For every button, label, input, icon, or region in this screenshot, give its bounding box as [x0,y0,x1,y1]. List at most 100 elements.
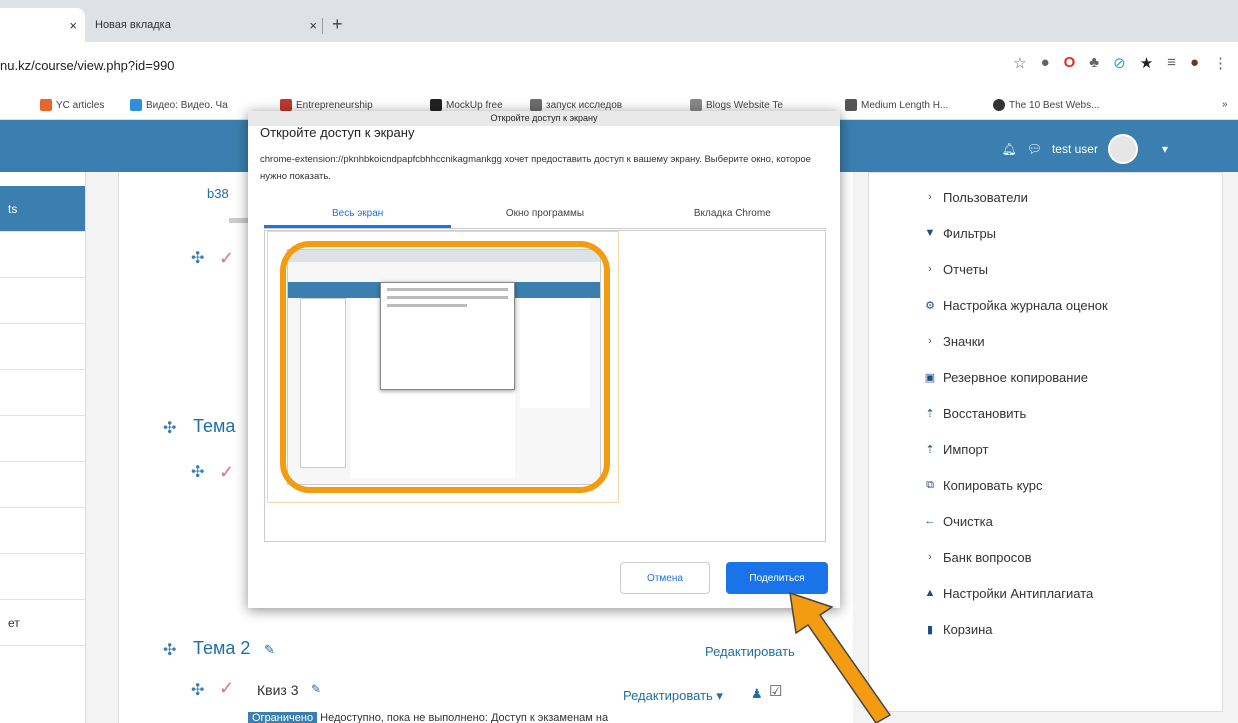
move-icon[interactable]: ✣ [191,680,204,700]
nav-drawer-item[interactable] [0,278,85,324]
bookmark-favicon-icon [280,99,292,111]
admin-item-question-bank[interactable]: › Банк вопросов [923,539,1222,575]
bookmark-item[interactable]: YC articles [40,99,104,111]
annotation-arrow-icon [789,591,892,723]
nav-drawer-item[interactable] [0,232,85,278]
nav-drawer-item[interactable] [0,370,85,416]
quiz-icon: ✓ [219,462,235,482]
nav-drawer-item[interactable]: ет [0,600,85,646]
nav-drawer-item[interactable] [0,324,85,370]
chevron-right-icon: › [928,263,932,275]
admin-item-label: Значки [943,333,985,349]
filter-icon: ▼ [924,227,936,239]
admin-item-copy-course[interactable]: ⧉ Копировать курс [923,467,1222,503]
extension-icons: ☆ ● O ♣ ⊘ ★ ≡ ● ⋮ [1013,54,1228,72]
url-field[interactable]: nu.kz/course/view.php?id=990 [0,58,175,73]
move-icon[interactable]: ✣ [163,640,176,660]
avatar[interactable] [1107,134,1138,164]
move-icon[interactable]: ✣ [191,462,204,482]
admin-item-label: Резервное копирование [943,369,1088,385]
nav-drawer-item[interactable] [0,462,85,508]
nav-drawer-item[interactable] [0,554,85,600]
admin-item-gradebook-setup[interactable]: ⚙ Настройка журнала оценок [923,287,1222,323]
tab-divider [322,18,323,34]
bookmark-label: запуск исследов [546,99,623,111]
edit-pencil-icon[interactable]: ✎ [264,642,275,658]
restore-icon: ⇡ [925,407,935,420]
move-icon[interactable]: ✣ [191,248,204,268]
admin-item-label: Настройка журнала оценок [943,297,1108,313]
tab-entire-screen[interactable]: Весь экран [264,203,452,228]
tab-application-window[interactable]: Окно программы [451,203,638,228]
extension-icon[interactable]: ♣ [1089,54,1099,72]
bookmark-item[interactable]: The 10 Best Webs... [993,99,1099,111]
admin-item-label: Восстановить [943,405,1027,421]
bookmark-item[interactable]: Видео: Видео. Ча [130,99,228,111]
edit-pencil-icon[interactable]: ✎ [311,682,321,696]
admin-item-label: Очистка [943,513,993,529]
bookmark-label: Entrepreneurship [296,99,373,111]
section-title-topic-2[interactable]: Тема 2 [193,638,250,659]
user-icon[interactable]: ♟ [751,686,763,702]
opera-icon[interactable]: O [1064,54,1076,72]
bookmark-favicon-icon [40,99,52,111]
bookmark-label: YC articles [56,99,105,111]
move-icon[interactable]: ✣ [163,418,176,438]
url-path: /course/view.php?id=990 [31,58,175,73]
restriction-badge: Ограничено [248,712,318,723]
url-host: nu.kz [0,58,32,73]
puzzle-icon[interactable]: ★ [1140,54,1153,72]
activity-quiz-3[interactable]: Квиз 3 [257,682,299,698]
admin-item-antiplagiarism[interactable]: ▲ Настройки Антиплагиата [923,575,1222,611]
chat-icon[interactable]: 💬︎ [1027,142,1042,156]
user-name[interactable]: test user [1052,142,1098,156]
chevron-down-icon[interactable]: ▾ [1162,142,1168,156]
admin-item-filters[interactable]: ▼ Фильтры [923,215,1222,251]
screen-thumbnail-selected[interactable] [267,231,619,503]
close-tab-icon[interactable]: × [69,18,77,33]
nav-drawer: ts ет [0,172,86,723]
bookmark-favicon-icon [993,99,1005,111]
admin-item-users[interactable]: › Пользователи [923,179,1222,215]
admin-item-label: Отчеты [943,261,988,277]
admin-item-backup[interactable]: ▣ Резервное копирование [923,359,1222,395]
browser-tab-active[interactable]: × [0,8,85,42]
edit-activity-menu[interactable]: Редактировать ▾ [623,688,723,704]
backup-icon: ▣ [924,371,936,384]
bell-icon[interactable]: 🔔︎ [1001,142,1016,156]
new-tab-icon[interactable]: + [332,14,343,35]
browser-tab-new[interactable]: Новая вкладка × [85,8,325,42]
bookmark-item[interactable]: запуск исследов [530,99,622,111]
nav-drawer-item[interactable]: ts [0,186,85,232]
chevron-right-icon: › [928,191,932,203]
section-title[interactable]: Тема [193,416,235,437]
nav-drawer-item[interactable] [0,416,85,462]
close-tab-icon[interactable]: × [309,18,317,33]
bookmark-item[interactable]: Blogs Website Te [690,99,783,111]
profile-avatar-icon[interactable]: ● [1190,54,1199,72]
tab-label: Новая вкладка [95,19,171,31]
bookmark-favicon-icon [130,99,142,111]
extension-icon[interactable]: ● [1041,54,1050,72]
star-icon[interactable]: ☆ [1013,54,1026,72]
admin-item-restore[interactable]: ⇡ Восстановить [923,395,1222,431]
bookmarks-overflow-icon[interactable]: » [1222,99,1228,110]
playlist-icon[interactable]: ≡ [1167,54,1176,72]
admin-item-import[interactable]: ⇡ Импорт [923,431,1222,467]
admin-item-badges[interactable]: › Значки [923,323,1222,359]
bookmark-item[interactable]: Medium Length H... [845,99,948,111]
admin-item-label: Импорт [943,441,989,457]
extension-icon[interactable]: ⊘ [1113,54,1126,72]
admin-item-reset[interactable]: ← Очистка [923,503,1222,539]
admin-item-reports[interactable]: › Отчеты [923,251,1222,287]
highlight-circle [280,241,610,493]
bookmark-item[interactable]: Entrepreneurship [280,99,373,111]
admin-item-recycle-bin[interactable]: ▮ Корзина [923,611,1222,647]
bookmark-item[interactable]: MockUp free [430,99,503,111]
tab-chrome-tab[interactable]: Вкладка Chrome [639,203,826,228]
screen-share-dialog: Откройте доступ к экрану Откройте доступ… [248,111,840,608]
nav-drawer-item[interactable] [0,508,85,554]
chevron-right-icon: › [928,551,932,563]
cancel-button[interactable]: Отмена [620,562,710,594]
menu-dots-icon[interactable]: ⋮ [1213,54,1228,72]
